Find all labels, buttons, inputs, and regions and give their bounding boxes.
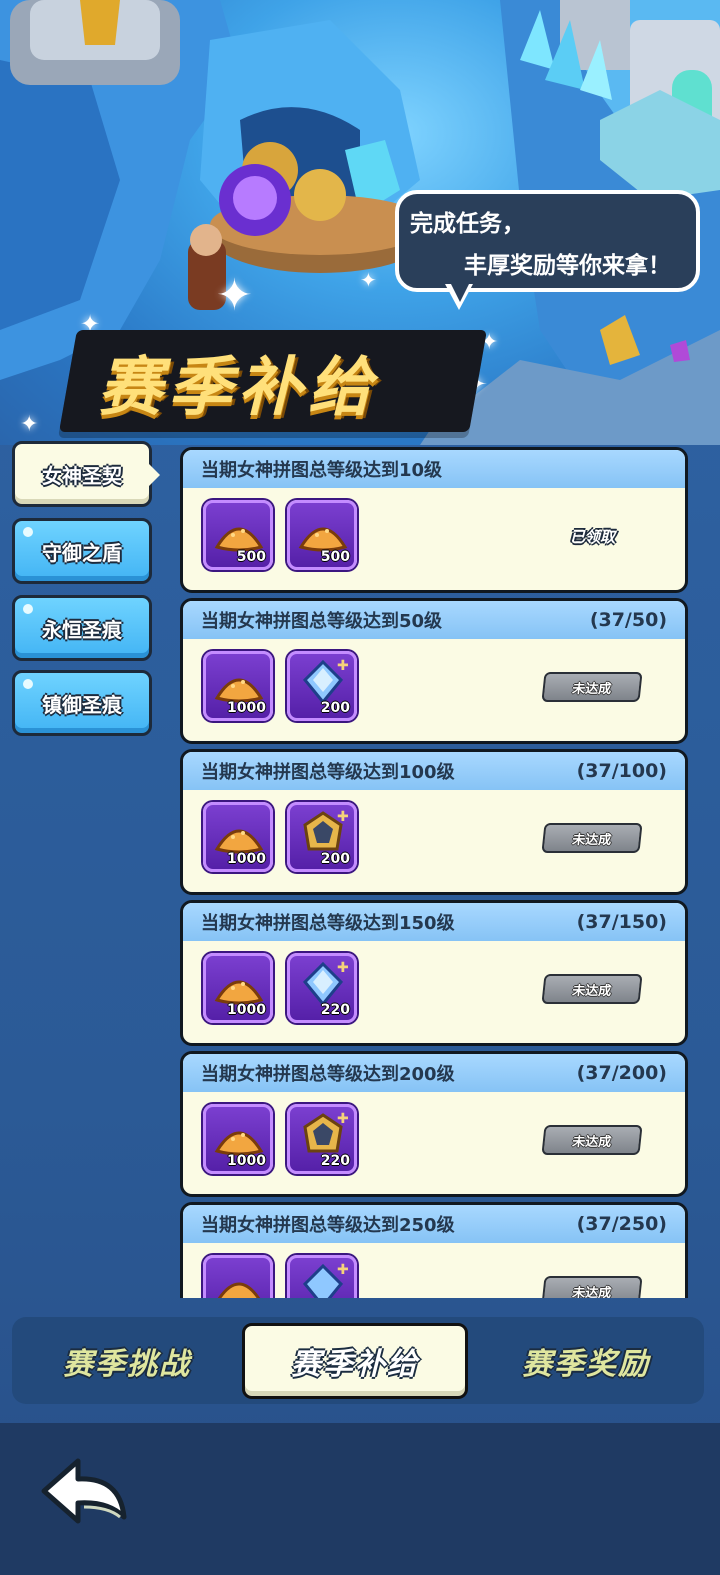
side-tab-guard-shield[interactable]: 守御之盾 <box>12 518 152 584</box>
task-header: 当期女神拼图总等级达到10级 <box>183 450 685 488</box>
tab-season-supply[interactable]: 赛季补给 <box>242 1323 468 1399</box>
blue-crystal-icon: ✚ <box>302 960 349 1007</box>
gold-pile-icon <box>214 527 264 552</box>
reward-item[interactable]: ✚ 220 <box>287 1104 357 1174</box>
svg-text:✚: ✚ <box>337 658 349 674</box>
gold-pile-icon <box>217 1282 261 1298</box>
reward-item[interactable]: ✚ 200 <box>287 802 357 872</box>
reward-count: 200 <box>320 700 350 716</box>
sparkle-icon: ✦ <box>360 268 377 292</box>
side-tab-eternal-mark[interactable]: 永恒圣痕 <box>12 595 152 661</box>
reward-item[interactable] <box>203 1255 273 1298</box>
task-title: 当期女神拼图总等级达到150级 <box>201 913 455 934</box>
back-button[interactable] <box>38 1455 130 1535</box>
reward-count: 500 <box>236 549 266 565</box>
task-title: 当期女神拼图总等级达到50级 <box>201 611 443 632</box>
svg-text:✚: ✚ <box>337 1111 349 1127</box>
reward-item[interactable]: 1000 <box>203 953 273 1023</box>
gold-pile-icon <box>214 980 264 1005</box>
bottom-tab-bar: 赛季挑战 赛季补给 赛季奖励 <box>12 1317 704 1404</box>
reward-count: 220 <box>320 1153 350 1169</box>
task-title: 当期女神拼图总等级达到100级 <box>201 762 455 783</box>
speech-line-1: 完成任务， <box>410 211 525 237</box>
header-scene: ✦ ✦ ✦ ✦ ✦ ✦ 完成任务， 丰厚奖励等你来拿！ 赛季补给 <box>0 0 720 445</box>
not-achieved-button[interactable]: 未达成 <box>541 1276 643 1298</box>
blue-crystal-icon: ✚ <box>302 658 349 705</box>
dark-gem-icon: ✚ <box>303 809 349 851</box>
task-header: 当期女神拼图总等级达到150级 (37/150) <box>183 903 685 941</box>
task-card: 当期女神拼图总等级达到100级 (37/100) 1000 ✚ 200 未达成 <box>180 749 688 895</box>
side-tab-label: 永恒圣痕 <box>42 617 122 642</box>
app-root: ✦ ✦ ✦ ✦ ✦ ✦ 完成任务， 丰厚奖励等你来拿！ 赛季补给 女神圣契 守御… <box>0 0 720 1575</box>
side-tab-label: 守御之盾 <box>42 540 122 565</box>
reward-count: 200 <box>320 851 350 867</box>
svg-text:✚: ✚ <box>337 809 349 825</box>
gold-pile-icon <box>214 1131 264 1156</box>
reward-count: 1000 <box>227 700 266 716</box>
page-title: 赛季补给 <box>98 351 378 425</box>
task-progress: (37/200) <box>576 1062 667 1084</box>
reward-count: 1000 <box>227 1153 266 1169</box>
task-title: 当期女神拼图总等级达到10级 <box>201 460 443 481</box>
task-progress: (37/100) <box>576 760 667 782</box>
reward-item[interactable]: 1000 <box>203 1104 273 1174</box>
not-achieved-button[interactable]: 未达成 <box>541 974 643 1004</box>
side-tab-label: 女神圣契 <box>42 463 122 488</box>
svg-text:✚: ✚ <box>337 960 349 976</box>
reward-count: 1000 <box>227 1002 266 1018</box>
gold-pile-icon <box>214 678 264 703</box>
reward-count: 220 <box>320 1002 350 1018</box>
side-tab-label: 镇御圣痕 <box>42 692 122 717</box>
back-arrow-icon <box>41 1458 127 1524</box>
task-header: 当期女神拼图总等级达到250级 (37/250) <box>183 1205 685 1243</box>
task-card: 当期女神拼图总等级达到150级 (37/150) 1000 ✚ 220 未达成 <box>180 900 688 1046</box>
task-card: 当期女神拼图总等级达到250级 (37/250) ✚ 未达成 <box>180 1202 688 1298</box>
task-progress: (37/150) <box>576 911 667 933</box>
task-title: 当期女神拼图总等级达到250级 <box>201 1215 455 1236</box>
reward-item[interactable]: 1000 <box>203 651 273 721</box>
task-card: 当期女神拼图总等级达到200级 (37/200) 1000 ✚ 220 未达成 <box>180 1051 688 1197</box>
sparkle-icon: ✦ <box>20 412 39 437</box>
not-achieved-button[interactable]: 未达成 <box>541 823 643 853</box>
task-progress: (37/50) <box>589 609 667 631</box>
reward-item[interactable]: ✚ 220 <box>287 953 357 1023</box>
blue-crystal-icon: ✚ <box>302 1262 349 1298</box>
task-header: 当期女神拼图总等级达到50级 (37/50) <box>183 601 685 639</box>
task-header: 当期女神拼图总等级达到200级 (37/200) <box>183 1054 685 1092</box>
task-header: 当期女神拼图总等级达到100级 (37/100) <box>183 752 685 790</box>
task-card: 当期女神拼图总等级达到10级 500 500 已领取 <box>180 447 688 593</box>
reward-count: 1000 <box>227 851 266 867</box>
reward-item[interactable]: 1000 <box>203 802 273 872</box>
task-title: 当期女神拼图总等级达到200级 <box>201 1064 455 1085</box>
reward-count: 500 <box>320 549 350 565</box>
dark-gem-icon: ✚ <box>303 1111 349 1153</box>
reward-item[interactable]: ✚ 200 <box>287 651 357 721</box>
side-tab-goddess-contract[interactable]: 女神圣契 <box>12 441 152 507</box>
not-achieved-button[interactable]: 未达成 <box>541 672 643 702</box>
reward-item[interactable]: ✚ <box>287 1255 357 1298</box>
reward-item[interactable]: 500 <box>203 500 273 570</box>
sparkle-icon: ✦ <box>216 270 253 321</box>
svg-text:✚: ✚ <box>337 1262 349 1278</box>
not-achieved-button[interactable]: 未达成 <box>541 1125 643 1155</box>
claimed-label: 已领取 <box>569 528 615 546</box>
side-tab-guardian-mark[interactable]: 镇御圣痕 <box>12 670 152 736</box>
gold-pile-icon <box>214 829 264 854</box>
speech-line-2: 丰厚奖励等你来拿！ <box>464 253 671 279</box>
tab-season-rewards[interactable]: 赛季奖励 <box>468 1317 704 1404</box>
active-tab-pointer <box>148 463 160 487</box>
task-card: 当期女神拼图总等级达到50级 (37/50) 1000 ✚ 200 未达成 <box>180 598 688 744</box>
gold-pile-icon <box>298 527 348 552</box>
task-progress: (37/250) <box>576 1213 667 1235</box>
reward-item[interactable]: 500 <box>287 500 357 570</box>
task-list[interactable]: 当期女神拼图总等级达到10级 500 500 已领取 当期女神拼图总等级达到50… <box>180 445 690 1298</box>
tab-season-challenge[interactable]: 赛季挑战 <box>12 1317 242 1404</box>
